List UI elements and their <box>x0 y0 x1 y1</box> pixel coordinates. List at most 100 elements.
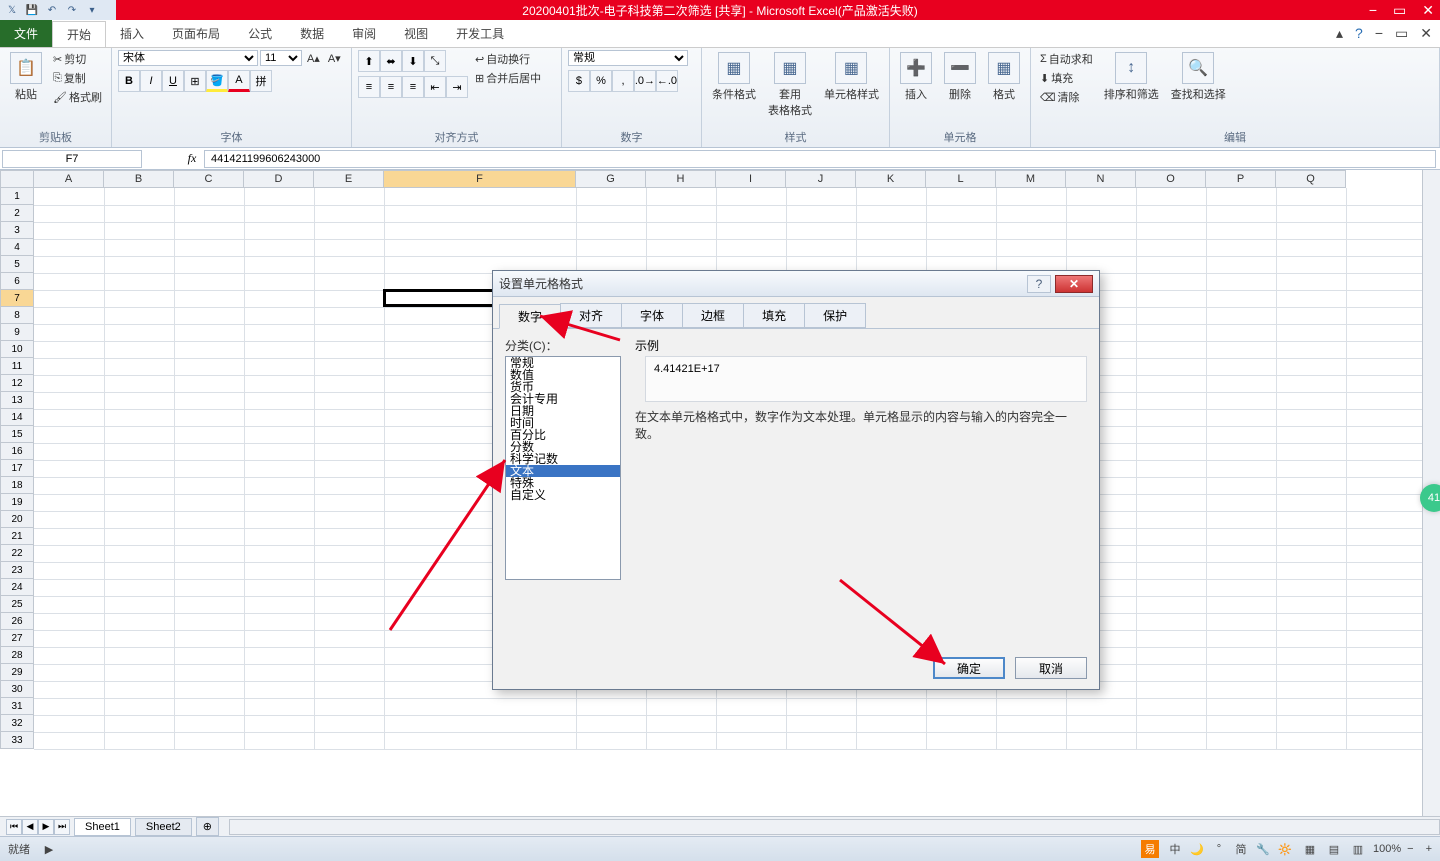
wrap-text-button[interactable]: ↩自动换行 <box>472 50 544 68</box>
italic-button[interactable]: I <box>140 70 162 92</box>
sheet-nav-first-icon[interactable]: ⏮ <box>6 819 22 835</box>
row-header-30[interactable]: 30 <box>0 681 34 698</box>
fill-color-button[interactable]: 🪣 <box>206 70 228 92</box>
row-header-10[interactable]: 10 <box>0 341 34 358</box>
phonetic-button[interactable]: 拼 <box>250 70 272 92</box>
copy-button[interactable]: ⎘复制 <box>50 69 105 87</box>
indent-decrease-icon[interactable]: ⇤ <box>424 76 446 98</box>
dialog-tab-对齐[interactable]: 对齐 <box>560 303 622 328</box>
align-bottom-icon[interactable]: ⬇ <box>402 50 424 72</box>
decrease-decimal-icon[interactable]: ←.0 <box>656 70 678 92</box>
category-list[interactable]: 常规数值货币会计专用日期时间百分比分数科学记数文本特殊自定义 <box>505 356 621 580</box>
view-pagebreak-icon[interactable]: ▥ <box>1349 840 1367 858</box>
redo-icon[interactable]: ↷ <box>64 2 80 18</box>
font-color-button[interactable]: A <box>228 70 250 92</box>
category-item-自定义[interactable]: 自定义 <box>506 489 620 501</box>
row-header-19[interactable]: 19 <box>0 494 34 511</box>
tab-开发工具[interactable]: 开发工具 <box>442 21 518 46</box>
row-header-7[interactable]: 7 <box>0 290 34 307</box>
comma-icon[interactable]: , <box>612 70 634 92</box>
indent-increase-icon[interactable]: ⇥ <box>446 76 468 98</box>
row-header-1[interactable]: 1 <box>0 188 34 205</box>
macro-record-icon[interactable]: ▶ <box>40 840 58 858</box>
ribbon-minimize-icon[interactable]: ▴ <box>1336 25 1343 42</box>
col-header-O[interactable]: O <box>1136 170 1206 188</box>
align-top-icon[interactable]: ⬆ <box>358 50 380 72</box>
zoom-in-button[interactable]: + <box>1426 843 1432 855</box>
new-sheet-button[interactable]: ⊕ <box>196 817 219 836</box>
tab-数据[interactable]: 数据 <box>286 21 338 46</box>
row-header-22[interactable]: 22 <box>0 545 34 562</box>
orientation-icon[interactable]: ⤡ <box>424 50 446 72</box>
row-header-20[interactable]: 20 <box>0 511 34 528</box>
row-header-2[interactable]: 2 <box>0 205 34 222</box>
underline-button[interactable]: U <box>162 70 184 92</box>
increase-font-icon[interactable]: A▴ <box>304 51 323 66</box>
row-header-14[interactable]: 14 <box>0 409 34 426</box>
row-header-16[interactable]: 16 <box>0 443 34 460</box>
row-header-13[interactable]: 13 <box>0 392 34 409</box>
number-format-select[interactable]: 常规 <box>568 50 688 66</box>
restore-icon[interactable]: ▭ <box>1393 2 1406 19</box>
cancel-button[interactable]: 取消 <box>1015 657 1087 679</box>
bold-button[interactable]: B <box>118 70 140 92</box>
ime-icon-1[interactable]: 🌙 <box>1187 840 1207 858</box>
qat-more-icon[interactable]: ▾ <box>84 2 100 18</box>
name-box[interactable]: F7 <box>2 150 142 168</box>
row-header-31[interactable]: 31 <box>0 698 34 715</box>
row-header-11[interactable]: 11 <box>0 358 34 375</box>
row-header-9[interactable]: 9 <box>0 324 34 341</box>
align-left-icon[interactable]: ≡ <box>358 76 380 98</box>
col-header-E[interactable]: E <box>314 170 384 188</box>
row-header-29[interactable]: 29 <box>0 664 34 681</box>
dialog-tab-保护[interactable]: 保护 <box>804 303 866 328</box>
save-icon[interactable]: 💾 <box>24 2 40 18</box>
col-header-M[interactable]: M <box>996 170 1066 188</box>
close-icon[interactable]: ✕ <box>1422 2 1434 19</box>
fill-button[interactable]: ⬇填充 <box>1037 69 1096 87</box>
view-normal-icon[interactable]: ▦ <box>1301 840 1319 858</box>
autosum-button[interactable]: Σ自动求和 <box>1037 50 1096 68</box>
minimize-icon[interactable]: − <box>1369 2 1377 19</box>
border-button[interactable]: ⊞ <box>184 70 206 92</box>
row-header-32[interactable]: 32 <box>0 715 34 732</box>
font-name-select[interactable]: 宋体 <box>118 50 258 66</box>
dialog-tab-字体[interactable]: 字体 <box>621 303 683 328</box>
row-header-21[interactable]: 21 <box>0 528 34 545</box>
row-header-3[interactable]: 3 <box>0 222 34 239</box>
row-header-5[interactable]: 5 <box>0 256 34 273</box>
row-header-15[interactable]: 15 <box>0 426 34 443</box>
ime-icon-0[interactable]: 中 <box>1165 840 1185 858</box>
col-header-D[interactable]: D <box>244 170 314 188</box>
tab-视图[interactable]: 视图 <box>390 21 442 46</box>
align-right-icon[interactable]: ≡ <box>402 76 424 98</box>
sheet-tab-Sheet2[interactable]: Sheet2 <box>135 818 192 836</box>
zoom-out-button[interactable]: − <box>1407 843 1413 855</box>
sheet-nav-prev-icon[interactable]: ◀ <box>22 819 38 835</box>
currency-icon[interactable]: $ <box>568 70 590 92</box>
cut-button[interactable]: ✂剪切 <box>50 50 105 68</box>
tab-file[interactable]: 文件 <box>0 20 52 47</box>
col-header-L[interactable]: L <box>926 170 996 188</box>
row-header-4[interactable]: 4 <box>0 239 34 256</box>
dialog-title-bar[interactable]: 设置单元格格式 ? ✕ <box>493 271 1099 297</box>
col-header-F[interactable]: F <box>384 170 576 188</box>
sheet-nav-next-icon[interactable]: ▶ <box>38 819 54 835</box>
row-header-23[interactable]: 23 <box>0 562 34 579</box>
col-header-H[interactable]: H <box>646 170 716 188</box>
col-header-J[interactable]: J <box>786 170 856 188</box>
table-format-button[interactable]: ▦套用 表格格式 <box>764 50 816 120</box>
tab-插入[interactable]: 插入 <box>106 21 158 46</box>
row-header-33[interactable]: 33 <box>0 732 34 749</box>
col-header-C[interactable]: C <box>174 170 244 188</box>
merge-center-button[interactable]: ⊞合并后居中 <box>472 69 544 87</box>
col-header-B[interactable]: B <box>104 170 174 188</box>
align-center-icon[interactable]: ≡ <box>380 76 402 98</box>
horizontal-scrollbar[interactable] <box>229 819 1440 835</box>
dialog-close-icon[interactable]: ✕ <box>1055 275 1093 293</box>
ime-icon-5[interactable]: 🔆 <box>1275 840 1295 858</box>
row-header-28[interactable]: 28 <box>0 647 34 664</box>
tab-开始[interactable]: 开始 <box>52 21 106 47</box>
col-header-N[interactable]: N <box>1066 170 1136 188</box>
ime-icon-4[interactable]: 🔧 <box>1253 840 1273 858</box>
